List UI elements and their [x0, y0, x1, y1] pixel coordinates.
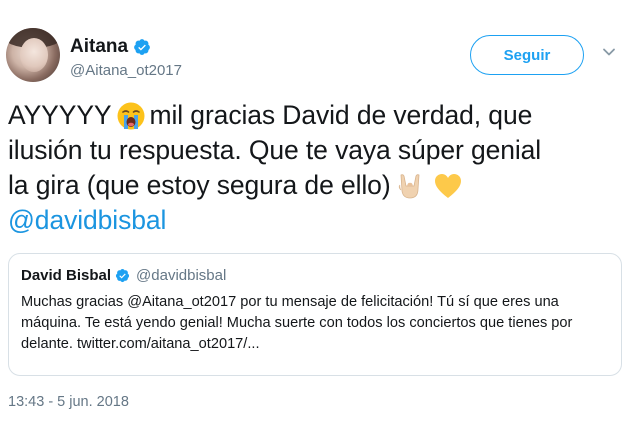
- sign-of-horns-emoji-icon: [395, 171, 425, 201]
- tweet-line-3-text: la gira (que estoy segura de ello): [8, 170, 391, 200]
- chevron-down-icon[interactable]: [602, 45, 616, 59]
- tweet-line-1: AYYYYY mil gracias David de verdad, que: [8, 98, 614, 133]
- tweet-line-1-end: mil gracias David de verdad, que: [149, 100, 533, 130]
- quoted-line-2: máquina. Te está yendo genial! Mucha sue…: [21, 315, 573, 331]
- follow-button[interactable]: Seguir: [470, 35, 584, 75]
- verified-badge-icon: [133, 38, 151, 56]
- tweet-line-2: ilusión tu respuesta. Que te vaya súper …: [8, 135, 542, 165]
- quoted-line-1: Muchas gracias @Aitana_ot2017 por tu men…: [21, 294, 559, 310]
- avatar[interactable]: [6, 28, 60, 82]
- author-handle[interactable]: @Aitana_ot2017: [70, 62, 182, 79]
- tweet-line-1-start: AYYYYY: [8, 100, 112, 130]
- tweet-card: Aitana @Aitana_ot2017 Seguir AYYYYY mil …: [0, 0, 624, 424]
- author-name[interactable]: Aitana: [70, 36, 151, 58]
- tweet-text: AYYYYY mil gracias David de verdad, que …: [8, 98, 614, 238]
- crying-face-emoji-icon: [116, 101, 146, 131]
- yellow-heart-emoji-icon: [433, 171, 463, 201]
- quoted-verified-badge-icon: [115, 268, 130, 283]
- quoted-tweet[interactable]: David Bisbal @davidbisbal Muchas gracias…: [8, 253, 622, 376]
- quoted-tweet-header: David Bisbal @davidbisbal: [21, 264, 609, 286]
- quoted-author-name: David Bisbal: [21, 266, 112, 284]
- tweet-line-3: la gira (que estoy segura de ello): [8, 168, 614, 203]
- quoted-author-handle: @davidbisbal: [136, 266, 227, 284]
- tweet-mention-link[interactable]: @davidbisbal: [8, 203, 614, 238]
- avatar-face: [20, 38, 48, 72]
- quoted-tweet-text: Muchas gracias @Aitana_ot2017 por tu men…: [21, 292, 611, 355]
- tweet-timestamp[interactable]: 13:43 - 5 jun. 2018: [8, 394, 129, 410]
- author-display-name[interactable]: Aitana: [70, 36, 128, 58]
- quoted-line-3: delante. twitter.com/aitana_ot2017/...: [21, 336, 260, 352]
